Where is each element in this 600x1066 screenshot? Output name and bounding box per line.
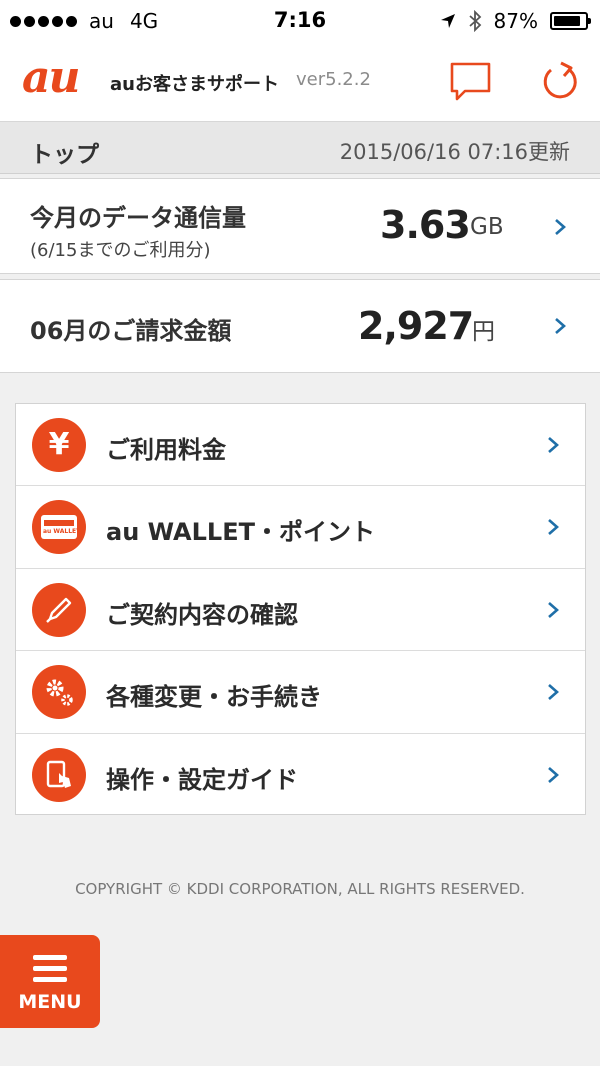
app-version: ver5.2.2 — [296, 69, 371, 90]
pen-icon — [32, 582, 86, 637]
chevron-right-icon — [555, 318, 566, 334]
menu-item-wallet-points[interactable]: au WALLET au WALLET・ポイント — [16, 486, 585, 569]
bluetooth-icon — [468, 10, 481, 32]
billing-label: 06月のご請求金額 — [30, 317, 232, 345]
phone-tap-icon — [32, 747, 86, 802]
page-title: トップ — [30, 142, 99, 168]
au-logo: au — [22, 52, 80, 103]
menu-button-label: MENU — [18, 991, 82, 1013]
main-menu-list: ¥ ご利用料金 au WALLET au WALLET・ポイント ご契約内容の確… — [15, 403, 586, 815]
chevron-right-icon — [548, 437, 559, 453]
data-usage-row[interactable]: 今月のデータ通信量 (6/15までのご利用分) 3.63 GB — [0, 178, 600, 274]
menu-item-label: ご契約内容の確認 — [106, 600, 298, 629]
wallet-card-icon: au WALLET — [32, 500, 86, 555]
hamburger-icon — [33, 955, 67, 988]
app-name: auお客さまサポート — [110, 74, 279, 95]
chat-bubble-icon — [450, 62, 491, 101]
refresh-button[interactable] — [538, 60, 582, 104]
wallet-card-text: au WALLET — [43, 528, 81, 536]
gears-icon — [32, 665, 86, 720]
battery-icon — [550, 12, 591, 30]
data-usage-unit: GB — [470, 214, 504, 240]
chevron-right-icon — [548, 766, 559, 783]
location-arrow-icon — [440, 14, 455, 28]
yen-icon: ¥ — [32, 418, 86, 472]
menu-item-changes-procedures[interactable]: 各種変更・お手続き — [16, 651, 585, 734]
chevron-right-icon — [548, 684, 559, 701]
billing-amount: 2,927 — [358, 304, 474, 348]
chevron-right-icon — [548, 519, 559, 536]
menu-item-label: au WALLET・ポイント — [106, 518, 375, 547]
battery-fill — [554, 16, 581, 26]
data-usage-period: (6/15までのご利用分) — [30, 240, 211, 261]
menu-item-label: 操作・設定ガイド — [106, 765, 298, 794]
data-usage-label: 今月のデータ通信量 — [30, 204, 246, 232]
billing-row[interactable]: 06月のご請求金額 2,927 円 — [0, 279, 600, 373]
chevron-right-icon — [555, 219, 566, 235]
menu-item-label: ご利用料金 — [106, 436, 226, 464]
app-header: au auお客さまサポート ver5.2.2 — [0, 40, 600, 122]
chat-button[interactable] — [449, 60, 493, 104]
battery-percent: 87% — [493, 9, 538, 33]
status-right: 87% — [440, 9, 591, 33]
menu-item-contract-details[interactable]: ご契約内容の確認 — [16, 569, 585, 652]
last-updated: 2015/06/16 07:16更新 — [339, 140, 570, 164]
data-usage-value: 3.63 — [380, 203, 471, 247]
billing-currency: 円 — [472, 319, 495, 345]
menu-item-setup-guide[interactable]: 操作・設定ガイド — [16, 734, 585, 816]
copyright-text: COPYRIGHT © KDDI CORPORATION, ALL RIGHTS… — [75, 880, 525, 898]
chevron-right-icon — [548, 601, 559, 618]
menu-item-label: 各種変更・お手続き — [106, 683, 322, 712]
menu-button[interactable]: MENU — [0, 935, 100, 1028]
status-bar: au 4G 7:16 87% — [0, 0, 600, 40]
menu-item-usage-fees[interactable]: ¥ ご利用料金 — [16, 404, 585, 487]
top-section-bar: トップ 2015/06/16 07:16更新 — [0, 122, 600, 174]
refresh-icon — [543, 61, 577, 99]
